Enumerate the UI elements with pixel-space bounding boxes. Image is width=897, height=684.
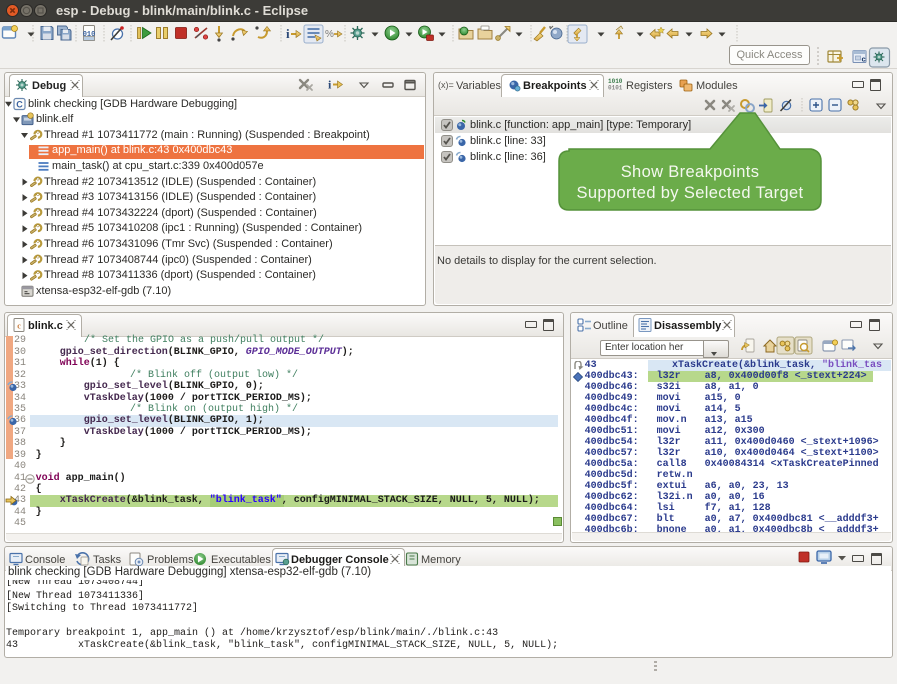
svg-text:Memory: Memory bbox=[421, 554, 461, 566]
svg-text:Show Breakpoints: Show Breakpoints bbox=[621, 163, 760, 181]
svg-text:Outline: Outline bbox=[593, 320, 628, 332]
svg-text:blink.c: blink.c bbox=[28, 320, 63, 332]
svg-text:Executables: Executables bbox=[211, 554, 271, 566]
svg-text:Supported by Selected Target: Supported by Selected Target bbox=[577, 184, 804, 202]
svg-text:i: i bbox=[328, 78, 332, 92]
svg-text:c: c bbox=[862, 55, 866, 64]
svg-text:i: i bbox=[286, 26, 290, 41]
svg-text:C: C bbox=[16, 100, 23, 110]
svg-text:%: % bbox=[325, 29, 334, 40]
svg-text:Debug: Debug bbox=[32, 80, 66, 92]
svg-text:Problems: Problems bbox=[147, 554, 194, 566]
svg-text:Tasks: Tasks bbox=[93, 554, 122, 566]
svg-text:c: c bbox=[17, 322, 21, 331]
svg-text:Debugger Console: Debugger Console bbox=[291, 554, 389, 566]
svg-text:Console: Console bbox=[25, 554, 65, 566]
svg-text:Disassembly: Disassembly bbox=[654, 320, 722, 332]
